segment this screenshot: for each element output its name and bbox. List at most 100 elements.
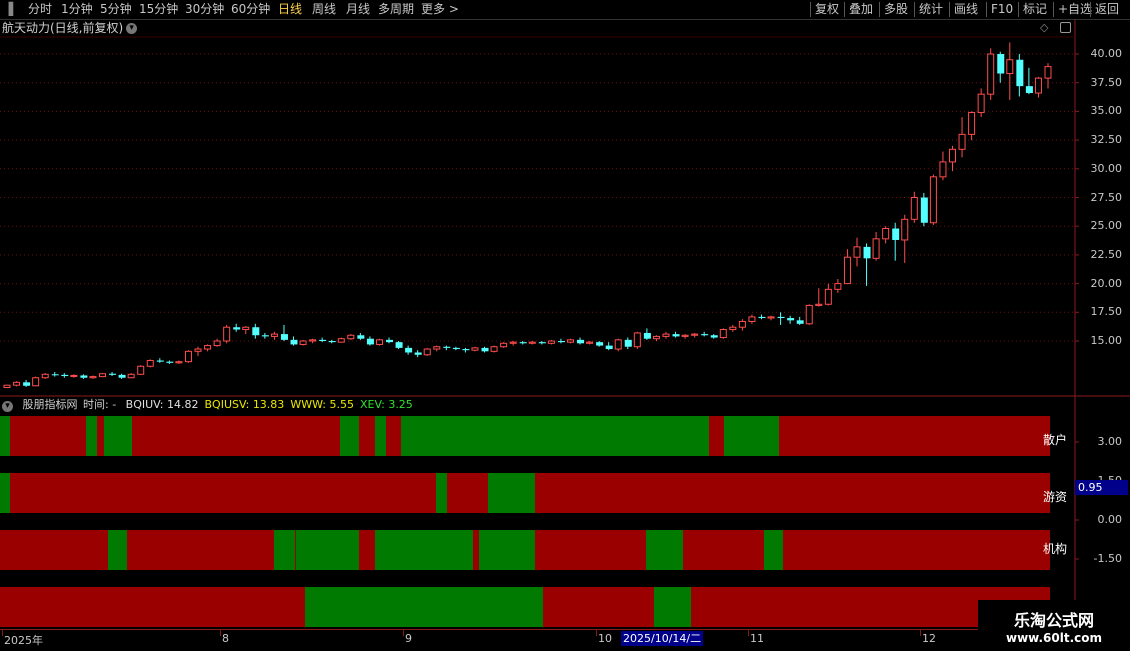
time-label: 9 bbox=[405, 632, 412, 645]
signal-segment bbox=[375, 530, 473, 570]
candle-body bbox=[1016, 59, 1024, 87]
candle-body bbox=[443, 346, 451, 348]
candle-body bbox=[643, 332, 651, 339]
price-label: 30.00 bbox=[1090, 161, 1123, 175]
candle-body bbox=[299, 340, 307, 345]
time-label: 10 bbox=[598, 632, 612, 645]
price-label: 32.50 bbox=[1090, 133, 1123, 147]
signal-segment bbox=[104, 416, 132, 456]
candle-body bbox=[32, 377, 40, 387]
candle-body bbox=[127, 373, 135, 379]
candle-body bbox=[691, 333, 699, 336]
signal-segment bbox=[783, 530, 1050, 570]
time-axis: 2025年 8 9 10 11 12 2025/10/14/二 bbox=[0, 629, 1075, 651]
signal-segment bbox=[436, 473, 447, 513]
candle-body bbox=[500, 342, 508, 348]
candle-body bbox=[146, 360, 154, 367]
candle-body bbox=[99, 373, 107, 378]
candle-body bbox=[337, 338, 345, 343]
candle-body bbox=[652, 335, 660, 340]
price-label: 22.50 bbox=[1090, 247, 1123, 261]
time-label: 11 bbox=[750, 632, 764, 645]
candle-body bbox=[519, 342, 527, 344]
candle-body bbox=[681, 334, 689, 337]
candle-body bbox=[547, 340, 555, 344]
signal-segment bbox=[479, 530, 535, 570]
candle-body bbox=[280, 334, 288, 340]
candle-body bbox=[948, 148, 956, 163]
current-value-badge: 0.95 bbox=[1075, 480, 1128, 495]
candle-body bbox=[719, 329, 727, 339]
price-label: 25.00 bbox=[1090, 219, 1123, 233]
candle-body bbox=[834, 283, 842, 290]
candle-body bbox=[233, 327, 241, 330]
candle-body bbox=[347, 334, 355, 340]
signal-segment bbox=[0, 416, 10, 456]
candle-body bbox=[166, 361, 174, 363]
candle-body bbox=[528, 341, 536, 344]
candle-body bbox=[23, 382, 31, 386]
signal-segment bbox=[535, 530, 646, 570]
signal-segment bbox=[305, 587, 543, 627]
price-label: 37.50 bbox=[1090, 75, 1123, 89]
price-label: 27.50 bbox=[1090, 190, 1123, 204]
candle-body bbox=[252, 327, 260, 336]
collapse-icon[interactable]: ▾ bbox=[2, 401, 13, 412]
candle-body bbox=[319, 339, 327, 341]
candle-body bbox=[386, 339, 394, 343]
time-label: 2025年 bbox=[4, 634, 43, 647]
candle-body bbox=[1006, 59, 1014, 75]
signal-segment bbox=[724, 416, 779, 456]
candle-body bbox=[13, 381, 21, 386]
candle-body bbox=[471, 347, 479, 351]
signal-segment bbox=[683, 530, 764, 570]
candle-body bbox=[1044, 66, 1052, 79]
signal-segment bbox=[127, 530, 274, 570]
indicator-axis-label: 0.00 bbox=[1097, 513, 1123, 526]
watermark-url: www.60lt.com bbox=[1005, 631, 1103, 645]
candle-body bbox=[3, 384, 11, 388]
candle-body bbox=[213, 340, 221, 347]
time-tick bbox=[920, 630, 921, 636]
price-label: 40.00 bbox=[1090, 47, 1123, 60]
candle-body bbox=[853, 246, 861, 258]
signal-segment bbox=[359, 416, 375, 456]
candle-body bbox=[624, 339, 632, 347]
indicator-value: BQIUV: 14.82 bbox=[125, 398, 199, 411]
candle-body bbox=[290, 339, 298, 345]
candle-body bbox=[796, 320, 804, 324]
time-label: 12 bbox=[922, 632, 936, 645]
candle-body bbox=[89, 376, 97, 379]
candle-body bbox=[395, 342, 403, 348]
watermark: 乐淘公式网 www.60lt.com bbox=[978, 600, 1130, 650]
candle-body bbox=[872, 238, 880, 259]
time-tick bbox=[2, 630, 3, 636]
candle-body bbox=[863, 246, 871, 259]
candle-body bbox=[357, 335, 365, 339]
indicator-value: XEV: 3.25 bbox=[360, 398, 413, 411]
candle-body bbox=[118, 374, 126, 378]
signal-segment bbox=[535, 473, 1050, 513]
candle-body bbox=[892, 228, 900, 240]
signal-segment bbox=[108, 530, 127, 570]
candle-body bbox=[366, 338, 374, 345]
candle-body bbox=[843, 256, 851, 285]
candle-body bbox=[710, 335, 718, 338]
signal-segment bbox=[543, 587, 654, 627]
price-label: 35.00 bbox=[1090, 104, 1123, 118]
candle-body bbox=[1034, 77, 1042, 94]
signal-segment bbox=[646, 530, 683, 570]
candle-body bbox=[605, 345, 613, 350]
candle-body bbox=[557, 341, 565, 343]
signal-segment bbox=[375, 416, 386, 456]
price-label: 17.50 bbox=[1090, 305, 1123, 319]
indicator-header: ▾ 股朋指标网 时间: - BQIUV: 14.82 BQIUSV: 13.83 W… bbox=[2, 397, 425, 413]
signal-segment bbox=[764, 530, 783, 570]
candle-body bbox=[223, 326, 231, 342]
candle-body bbox=[787, 318, 795, 321]
price-label: 20.00 bbox=[1090, 276, 1123, 290]
candle-body bbox=[577, 339, 585, 344]
candle-body bbox=[242, 326, 250, 331]
price-label: 15.00 bbox=[1090, 334, 1123, 347]
candle-body bbox=[328, 341, 336, 343]
